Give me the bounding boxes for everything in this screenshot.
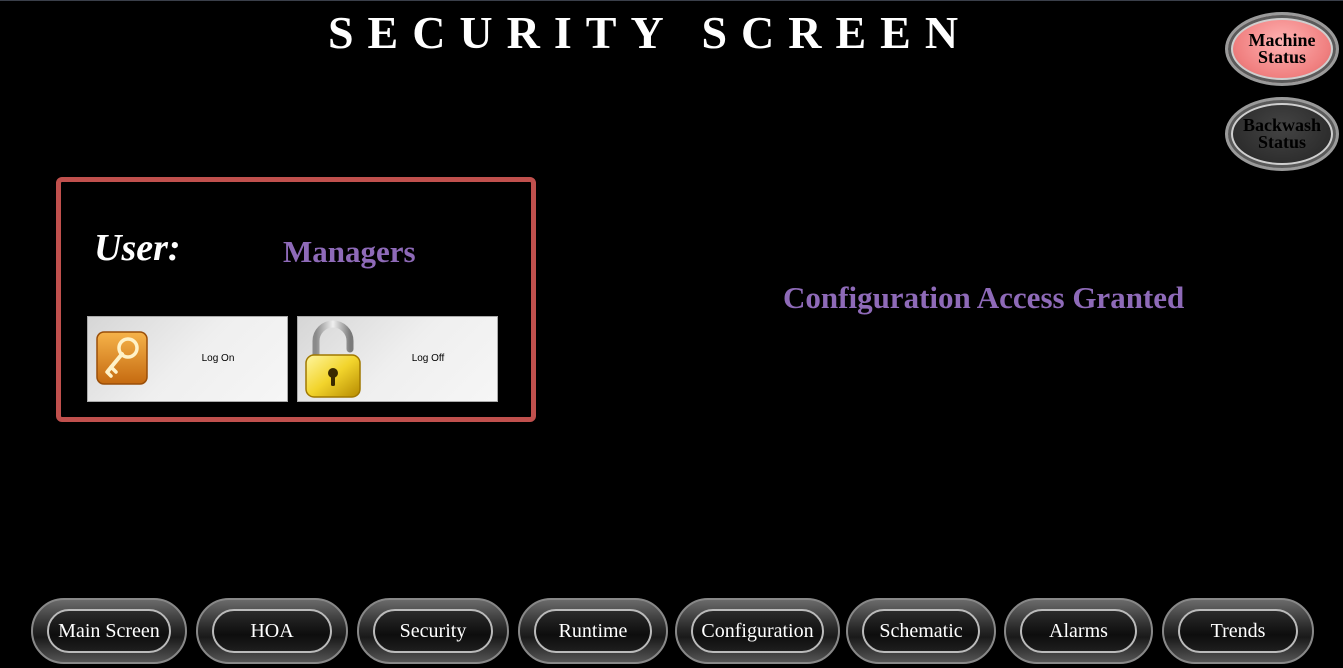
nav-runtime-label: Runtime [534,609,652,653]
nav-trends-button[interactable]: Trends [1162,598,1314,664]
backwash-status-label: Backwash Status [1242,115,1322,152]
backwash-status-button[interactable]: Backwash Status [1225,97,1339,171]
nav-trends-label: Trends [1178,609,1298,653]
nav-schematic-button[interactable]: Schematic [846,598,996,664]
log-off-label: Log Off [411,353,445,364]
nav-schematic-label: Schematic [862,609,980,653]
current-user-value: Managers [283,234,416,269]
nav-configuration-button[interactable]: Configuration [675,598,840,664]
access-status-message: Configuration Access Granted [783,280,1185,315]
nav-hoa-button[interactable]: HOA [196,598,348,664]
nav-hoa-label: HOA [212,609,332,653]
nav-security-button[interactable]: Security [357,598,509,664]
nav-security-label: Security [373,609,493,653]
page-title: SECURITY SCREEN [327,7,973,58]
nav-main-screen-button[interactable]: Main Screen [31,598,187,664]
top-border-line [0,0,1343,1]
log-on-label: Log On [201,353,235,364]
log-on-button[interactable]: Log On [87,316,288,402]
user-label: User: [94,227,181,269]
nav-alarms-label: Alarms [1020,609,1137,653]
nav-main-screen-label: Main Screen [47,609,171,653]
machine-status-label: Machine Status [1248,30,1316,67]
log-off-button[interactable]: Log Off [297,316,498,402]
key-icon [96,331,148,385]
nav-runtime-button[interactable]: Runtime [518,598,668,664]
padlock-icon [305,320,361,398]
nav-configuration-label: Configuration [691,609,824,653]
machine-status-button[interactable]: Machine Status [1225,12,1339,86]
login-panel: User: Managers Log On Log Off [56,177,536,422]
nav-alarms-button[interactable]: Alarms [1004,598,1153,664]
